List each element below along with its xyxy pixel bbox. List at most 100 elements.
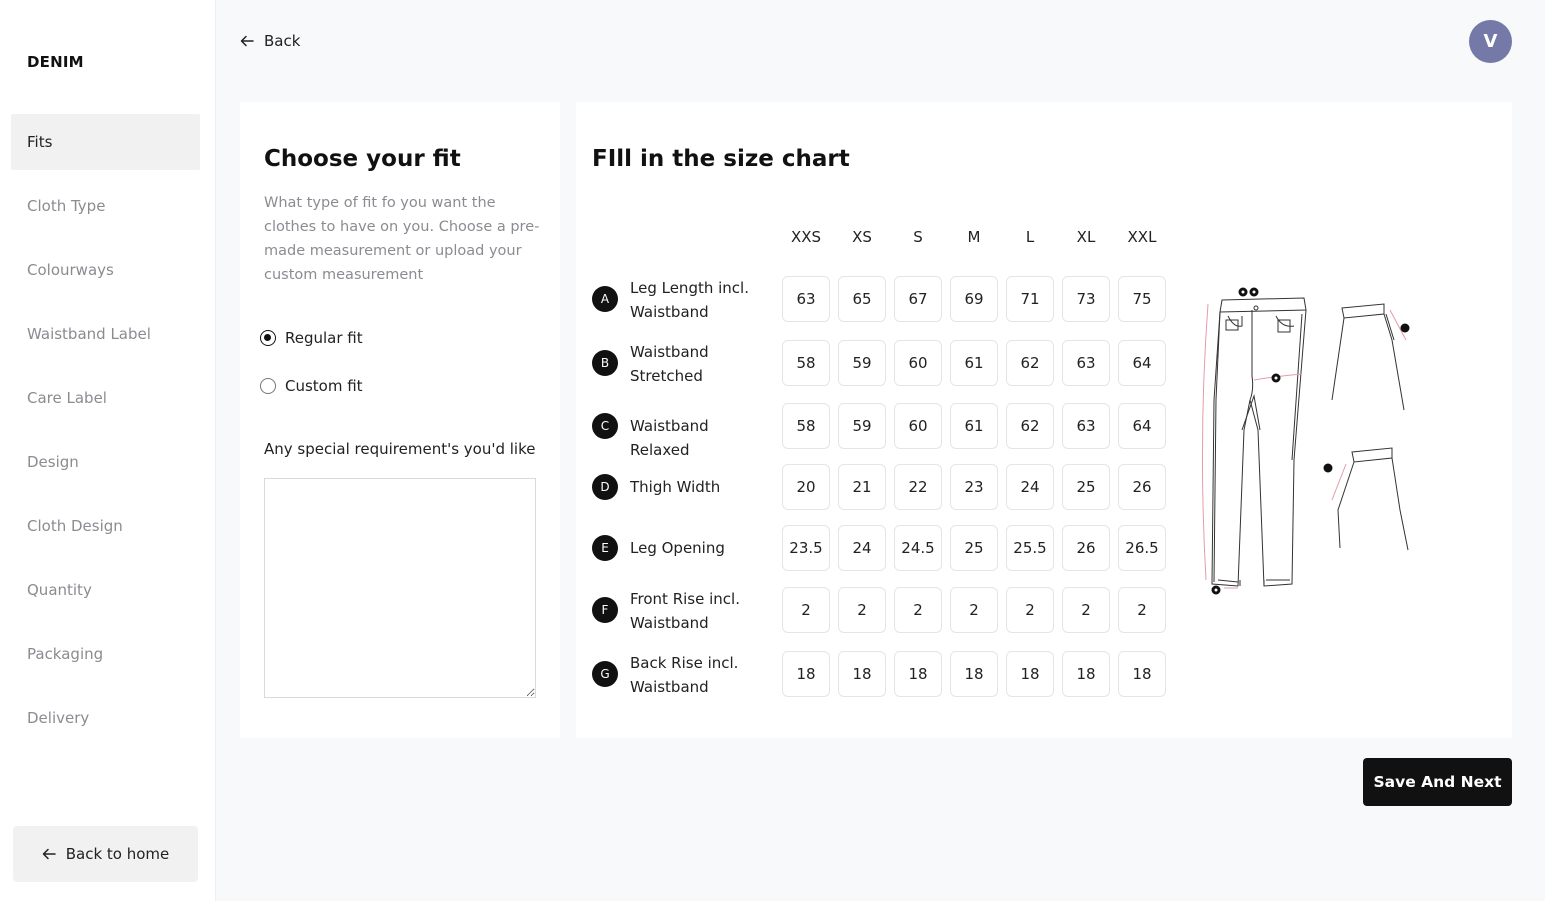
size-cell[interactable]: 59 bbox=[838, 403, 886, 449]
row-label: Front Rise incl. Waistband bbox=[630, 590, 740, 632]
size-cell[interactable]: 61 bbox=[950, 340, 998, 386]
size-cell[interactable]: 2 bbox=[1118, 587, 1166, 633]
size-cell[interactable]: 62 bbox=[1006, 403, 1054, 449]
size-cell[interactable]: 26 bbox=[1062, 525, 1110, 571]
size-cell[interactable]: 63 bbox=[1062, 403, 1110, 449]
sidebar-item-packaging[interactable]: Packaging bbox=[11, 626, 200, 682]
size-cell[interactable]: 58 bbox=[782, 340, 830, 386]
size-cell[interactable]: 23 bbox=[950, 464, 998, 510]
fit-description: What type of fit fo you want the clothes… bbox=[264, 195, 540, 283]
requirements-textarea[interactable] bbox=[264, 478, 536, 698]
size-cell[interactable]: 2 bbox=[838, 587, 886, 633]
size-cell[interactable]: 21 bbox=[838, 464, 886, 510]
size-cell[interactable]: 61 bbox=[950, 403, 998, 449]
radio-button-checked[interactable] bbox=[260, 330, 276, 346]
size-cell[interactable]: 18 bbox=[1062, 651, 1110, 697]
size-cell[interactable]: 64 bbox=[1118, 403, 1166, 449]
row-label: Waistband Stretched bbox=[630, 343, 709, 385]
size-cell[interactable]: 75 bbox=[1118, 276, 1166, 322]
row-label: Leg Length incl. Waistband bbox=[630, 279, 749, 321]
size-cell[interactable]: 2 bbox=[782, 587, 830, 633]
arrow-left-icon bbox=[42, 848, 56, 860]
size-header-s: S bbox=[913, 228, 923, 246]
row-badge: C bbox=[592, 413, 618, 439]
row-label: Back Rise incl. Waistband bbox=[630, 654, 739, 696]
sidebar-item-quantity[interactable]: Quantity bbox=[11, 562, 200, 618]
radio-regular-fit[interactable]: Regular fit bbox=[260, 329, 363, 347]
size-header-xxl: XXL bbox=[1127, 228, 1157, 246]
size-cell[interactable]: 64 bbox=[1118, 340, 1166, 386]
size-cell[interactable]: 26.5 bbox=[1118, 525, 1166, 571]
save-and-next-button[interactable]: Save And Next bbox=[1363, 758, 1512, 806]
size-cell[interactable]: 22 bbox=[894, 464, 942, 510]
size-cell[interactable]: 65 bbox=[838, 276, 886, 322]
size-cell[interactable]: 73 bbox=[1062, 276, 1110, 322]
size-header-xs: XS bbox=[852, 228, 872, 246]
size-cell[interactable]: 18 bbox=[950, 651, 998, 697]
size-cell[interactable]: 60 bbox=[894, 340, 942, 386]
size-cell[interactable]: 2 bbox=[1006, 587, 1054, 633]
row-label: Thigh Width bbox=[630, 478, 721, 496]
radio-custom-fit-label: Custom fit bbox=[285, 377, 363, 395]
jeans-measurement-diagram-icon bbox=[1201, 287, 1410, 595]
back-to-home-label: Back to home bbox=[65, 845, 170, 863]
size-cell[interactable]: 69 bbox=[950, 276, 998, 322]
row-badge: F bbox=[592, 597, 618, 623]
radio-custom-fit[interactable]: Custom fit bbox=[260, 377, 363, 395]
size-cell[interactable]: 24.5 bbox=[894, 525, 942, 571]
sidebar-item-colourways[interactable]: Colourways bbox=[11, 242, 200, 298]
size-cell[interactable]: 18 bbox=[1006, 651, 1054, 697]
row-badge: A bbox=[592, 286, 618, 312]
size-cell[interactable]: 59 bbox=[838, 340, 886, 386]
sidebar-item-design[interactable]: Design bbox=[11, 434, 200, 490]
row-label: Waistband Relaxed bbox=[630, 417, 709, 459]
size-header-xxs: XXS bbox=[790, 228, 822, 246]
sidebar: DENIM Fits Cloth Type Colourways Waistba… bbox=[0, 0, 216, 901]
size-chart-title: FIll in the size chart bbox=[592, 146, 850, 172]
radio-button-unchecked[interactable] bbox=[260, 378, 276, 394]
size-cell[interactable]: 18 bbox=[1118, 651, 1166, 697]
size-cell[interactable]: 63 bbox=[1062, 340, 1110, 386]
row-badge: B bbox=[592, 350, 618, 376]
sidebar-item-delivery[interactable]: Delivery bbox=[11, 690, 200, 746]
size-header-xl: XL bbox=[1076, 228, 1096, 246]
size-cell[interactable]: 62 bbox=[1006, 340, 1054, 386]
size-cell[interactable]: 25 bbox=[1062, 464, 1110, 510]
row-badge: G bbox=[592, 661, 618, 687]
size-cell[interactable]: 18 bbox=[782, 651, 830, 697]
size-cell[interactable]: 25.5 bbox=[1006, 525, 1054, 571]
row-badge: E bbox=[592, 535, 618, 561]
row-badge: D bbox=[592, 474, 618, 500]
sidebar-item-waistband-label[interactable]: Waistband Label bbox=[11, 306, 200, 362]
arrow-left-icon bbox=[240, 35, 254, 47]
avatar[interactable]: V bbox=[1469, 20, 1512, 63]
requirements-label: Any special requirement's you'd like bbox=[264, 440, 536, 458]
size-cell[interactable]: 71 bbox=[1006, 276, 1054, 322]
back-button[interactable]: Back bbox=[240, 30, 300, 52]
size-cell[interactable]: 23.5 bbox=[782, 525, 830, 571]
size-cell[interactable]: 2 bbox=[894, 587, 942, 633]
size-cell[interactable]: 18 bbox=[838, 651, 886, 697]
size-chart-card: FIll in the size chart XXS XS S M L XL X… bbox=[576, 102, 1512, 738]
sidebar-item-care-label[interactable]: Care Label bbox=[11, 370, 200, 426]
size-cell[interactable]: 24 bbox=[838, 525, 886, 571]
size-cell[interactable]: 20 bbox=[782, 464, 830, 510]
back-label: Back bbox=[264, 32, 301, 50]
fit-title: Choose your fit bbox=[264, 146, 461, 172]
size-cell[interactable]: 60 bbox=[894, 403, 942, 449]
sidebar-item-cloth-type[interactable]: Cloth Type bbox=[11, 178, 200, 234]
size-header-m: M bbox=[967, 228, 981, 246]
back-to-home-button[interactable]: Back to home bbox=[13, 826, 198, 882]
sidebar-item-cloth-design[interactable]: Cloth Design bbox=[11, 498, 200, 554]
size-cell[interactable]: 2 bbox=[1062, 587, 1110, 633]
size-cell[interactable]: 24 bbox=[1006, 464, 1054, 510]
size-cell[interactable]: 2 bbox=[950, 587, 998, 633]
size-cell[interactable]: 26 bbox=[1118, 464, 1166, 510]
size-cell[interactable]: 25 bbox=[950, 525, 998, 571]
sidebar-item-fits[interactable]: Fits bbox=[11, 114, 200, 170]
size-cell[interactable]: 67 bbox=[894, 276, 942, 322]
sidebar-nav: Fits Cloth Type Colourways Waistband Lab… bbox=[11, 114, 200, 754]
size-cell[interactable]: 58 bbox=[782, 403, 830, 449]
size-cell[interactable]: 63 bbox=[782, 276, 830, 322]
size-cell[interactable]: 18 bbox=[894, 651, 942, 697]
